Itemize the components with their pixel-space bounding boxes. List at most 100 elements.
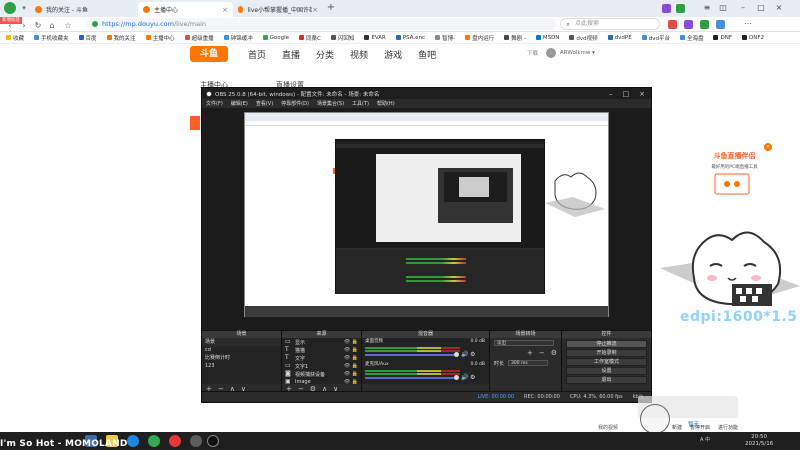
bookmark-item[interactable]: dvd视频 [569, 34, 598, 42]
username[interactable]: ARWolkmw ▾ [560, 50, 595, 56]
visibility-lock-icon[interactable]: 👁 🔒 [344, 339, 358, 345]
obs-taskbar-icon[interactable] [207, 435, 219, 447]
bookmark-item[interactable]: 手机收藏夹 [34, 34, 69, 42]
remove-transition-button[interactable]: − [539, 349, 545, 357]
bookmark-item[interactable]: 钟锦缓冲 [223, 34, 253, 42]
bookmark-item[interactable]: DNF [713, 35, 732, 41]
nav-fishbar[interactable]: 鱼吧 [418, 48, 436, 61]
tab-my-follow[interactable]: 我的关注 - 斗鱼 [30, 2, 130, 17]
gear-icon[interactable]: ⚙ [470, 374, 475, 381]
scene-item[interactable]: 场景 [202, 338, 281, 346]
extension-icon[interactable] [662, 4, 671, 13]
bookmark-item[interactable]: MSDN [535, 35, 559, 41]
download-link[interactable]: 下载 [527, 49, 538, 57]
douyu-logo[interactable]: 斗鱼 [190, 46, 228, 62]
obs-menu-item[interactable]: 编辑(E) [231, 100, 248, 107]
close-window-icon[interactable]: × [772, 1, 786, 15]
home-button[interactable]: ⌂ [46, 20, 58, 32]
source-item[interactable]: T 文字 👁 🔒 [282, 354, 361, 362]
minimize-icon[interactable]: – [609, 90, 613, 98]
obs-control-button[interactable]: 开始录制 [566, 349, 647, 357]
bookmark-item[interactable]: 同桑C [299, 34, 321, 42]
nav-category[interactable]: 分类 [316, 48, 334, 61]
obs-menu-item[interactable]: 场景集合(S) [317, 100, 344, 107]
transition-type-select[interactable]: 淡出 [494, 340, 554, 346]
extension-icon[interactable] [700, 20, 709, 29]
bookmark-item[interactable]: 百度 [78, 34, 97, 42]
scene-item[interactable]: 123 [202, 362, 281, 370]
gear-icon[interactable]: ⚙ [551, 349, 557, 357]
bookmark-item[interactable]: DNF2 [741, 35, 764, 41]
bookmark-item[interactable]: dvdPE [607, 35, 632, 41]
bookmark-item[interactable]: 我的关注 [106, 34, 136, 42]
obs-menu-item[interactable]: 停靠部件(D) [281, 100, 309, 107]
gear-icon[interactable]: ⚙ [470, 351, 475, 358]
more-tools-icon[interactable]: ⋯ [742, 18, 754, 30]
bookmark-item[interactable]: PSA.enc [395, 35, 425, 41]
nav-video[interactable]: 视频 [350, 48, 368, 61]
speaker-icon[interactable]: 🔊 [461, 351, 468, 358]
visibility-lock-icon[interactable]: 👁 🔒 [344, 371, 358, 377]
close-icon[interactable]: × [764, 143, 772, 151]
new-tab-button[interactable]: + [325, 2, 337, 14]
reload-button[interactable]: ↻ [32, 20, 44, 32]
volume-slider-handle[interactable] [454, 375, 459, 380]
visibility-lock-icon[interactable]: 👁 🔒 [344, 363, 358, 369]
recorder-button[interactable]: 新建 [672, 424, 682, 431]
download-label[interactable]: 我的视频 [598, 424, 618, 431]
extension-icon[interactable] [668, 20, 677, 29]
chrome-icon[interactable] [169, 435, 181, 447]
skin-icon[interactable]: ◫ [716, 1, 730, 15]
add-transition-button[interactable]: + [527, 349, 533, 357]
obs-menu-item[interactable]: 查看(V) [256, 100, 273, 107]
tab-streamer-center[interactable]: 主播中心 × [138, 2, 233, 17]
minimize-icon[interactable]: – [736, 1, 750, 15]
forward-button[interactable]: › [18, 20, 30, 32]
bookmark-item[interactable]: 舞剧 - [504, 34, 526, 42]
edge-icon[interactable] [127, 435, 139, 447]
bookmark-item[interactable]: 智博- [435, 34, 455, 42]
tray-text[interactable]: A 中 [700, 436, 710, 443]
bookmark-item[interactable]: 全海盘 [679, 34, 703, 42]
close-icon[interactable]: × [639, 90, 645, 98]
volume-slider[interactable] [365, 377, 457, 379]
volume-slider[interactable] [365, 354, 457, 356]
maximize-icon[interactable]: □ [754, 1, 768, 15]
nav-game[interactable]: 游戏 [384, 48, 402, 61]
duration-input[interactable]: 300 ms [508, 360, 549, 366]
back-button[interactable]: ‹ [4, 20, 16, 32]
transition-type-row[interactable]: 淡出 [490, 338, 561, 348]
url-field[interactable]: https://mp.douyu.com/live/main [86, 18, 556, 30]
bookmark-item[interactable]: 盘内运行 [465, 34, 494, 42]
promo-widget[interactable]: × 斗鱼直播伴侣 最好用的PC端直播工具 [697, 143, 772, 206]
bookmark-item[interactable]: 闪回知 [330, 34, 354, 42]
bookmark-item[interactable]: dvd平台 [641, 34, 670, 42]
obs-preview[interactable] [202, 108, 651, 330]
visibility-lock-icon[interactable]: 👁 🔒 [344, 347, 358, 353]
source-item[interactable]: T 猫猫 👁 🔒 [282, 346, 361, 354]
bookmark-item[interactable]: 收藏 [6, 34, 24, 42]
recorder-button[interactable]: 进行功能 [718, 424, 738, 431]
obs-menu-item[interactable]: 帮助(H) [377, 100, 395, 107]
obs-control-button[interactable]: 工作室模式 [566, 358, 647, 366]
obs-control-button[interactable]: 退出 [566, 376, 647, 384]
scene-item[interactable]: cd [202, 346, 281, 354]
tab-live-helper[interactable]: live小帮掌握播_中国许雄宽播_ × [233, 2, 323, 17]
browser-icon[interactable] [148, 435, 160, 447]
nav-live[interactable]: 直播 [282, 48, 300, 61]
tab-list-icon[interactable]: ▾ [18, 2, 30, 14]
favorite-icon[interactable]: ☆ [62, 20, 74, 32]
source-item[interactable]: ▭ 显示 👁 🔒 [282, 338, 361, 346]
obs-title-bar[interactable]: OBS 25.0.8 (64-bit, windows) - 配置文件: 未命名… [202, 88, 651, 99]
search-input[interactable]: 点此搜索 [560, 18, 660, 30]
avatar[interactable] [546, 48, 556, 58]
speaker-icon[interactable]: 🔊 [461, 374, 468, 381]
scene-item[interactable]: 比赛倒计时 [202, 354, 281, 362]
extension-icon[interactable] [676, 4, 685, 13]
obs-control-button[interactable]: 停止推流 [566, 340, 647, 348]
browser-logo-icon[interactable] [4, 2, 16, 14]
source-item[interactable]: ◙ 视频捕获设备 👁 🔒 [282, 370, 361, 378]
close-tab-icon[interactable]: × [222, 6, 228, 14]
obs-menu-item[interactable]: 文件(F) [206, 100, 223, 107]
maximize-icon[interactable]: □ [623, 90, 630, 98]
